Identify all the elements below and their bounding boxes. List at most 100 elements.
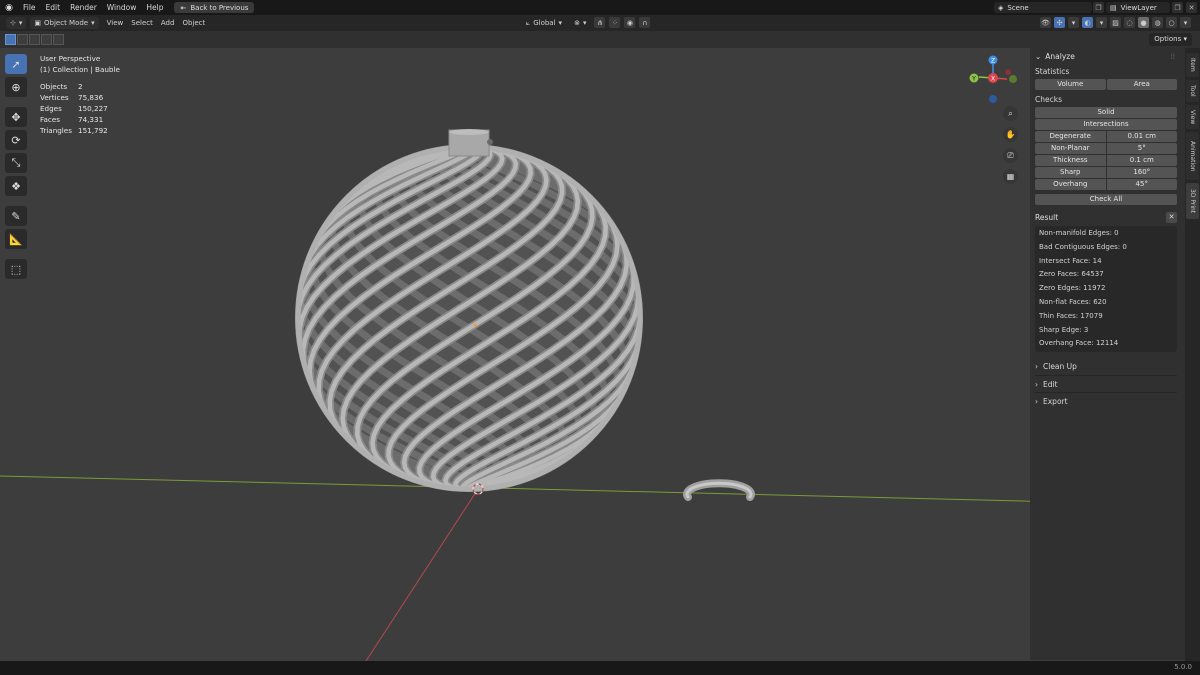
header-menu-view[interactable]: View xyxy=(103,17,128,29)
intersections-button[interactable]: Intersections xyxy=(1035,119,1177,130)
falloff-icon[interactable]: ∩ xyxy=(639,17,651,28)
chevron-down-icon[interactable]: ▾ xyxy=(1096,17,1107,28)
result-item[interactable]: Non-manifold Edges: 0 xyxy=(1035,227,1177,241)
thickness-button[interactable]: Thickness xyxy=(1035,155,1106,166)
menu-help[interactable]: Help xyxy=(141,0,168,15)
area-button[interactable]: Area xyxy=(1106,79,1177,90)
editor-type-button[interactable]: ⊹ ▾ xyxy=(6,17,27,29)
ring-object[interactable] xyxy=(683,479,755,501)
measure-tool-icon[interactable]: 📐 xyxy=(5,229,27,249)
new-scene-icon[interactable]: ❐ xyxy=(1093,2,1104,13)
header-menu-add[interactable]: Add xyxy=(157,17,179,29)
result-item[interactable]: Bad Contiguous Edges: 0 xyxy=(1035,241,1177,255)
xray-icon[interactable]: ▨ xyxy=(1110,17,1121,28)
blender-logo-icon[interactable]: ◉ xyxy=(0,3,18,13)
menu-window[interactable]: Window xyxy=(102,0,142,15)
add-cube-tool-icon[interactable]: ⬚ xyxy=(5,259,27,279)
header-menu-select[interactable]: Select xyxy=(127,17,157,29)
header-menu-object[interactable]: Object xyxy=(178,17,209,29)
perspective-grid-icon[interactable]: ▦ xyxy=(1003,169,1018,184)
thickness-field[interactable]: 0.1 cm xyxy=(1106,155,1177,166)
non-planar-field[interactable]: 5° xyxy=(1106,143,1177,154)
scene-selector[interactable]: ◈ Scene xyxy=(994,2,1092,13)
tab-tool[interactable]: Tool xyxy=(1186,80,1199,102)
select-box-tool-icon[interactable]: ➚ xyxy=(5,54,27,74)
drag-handle-icon[interactable]: ⁞⁞ xyxy=(1170,52,1175,61)
selection-mode-buttons xyxy=(5,34,64,45)
solid-button[interactable]: Solid xyxy=(1035,107,1177,118)
analyze-panel-header[interactable]: ⌄ Analyze ⁞⁞ xyxy=(1030,48,1185,65)
overhang-button[interactable]: Overhang xyxy=(1035,179,1106,190)
check-row-sharp: Sharp 160° xyxy=(1035,167,1177,178)
pivot-point-button[interactable]: ⊗ ▾ xyxy=(570,17,590,29)
clear-result-icon[interactable]: ✕ xyxy=(1166,212,1177,223)
non-planar-button[interactable]: Non-Planar xyxy=(1035,143,1106,154)
menu-file[interactable]: File xyxy=(18,0,41,15)
menu-edit[interactable]: Edit xyxy=(41,0,66,15)
cursor-tool-icon[interactable]: ⊕ xyxy=(5,77,27,97)
proportional-edit-icon[interactable]: ◉ xyxy=(624,17,636,28)
3d-viewport[interactable]: ➚ ⊕ ✥ ⟳ ⤡ ❖ ✎ 📐 ⬚ User Perspective (1) C… xyxy=(0,48,1185,661)
mode-selector[interactable]: ▣ Object Mode ▾ xyxy=(30,17,99,29)
export-panel-header[interactable]: › Export xyxy=(1035,392,1177,409)
result-item[interactable]: Zero Faces: 64537 xyxy=(1035,268,1177,282)
material-shading-icon[interactable]: ◍ xyxy=(1152,17,1163,28)
gizmo-neg-z-axis[interactable] xyxy=(989,95,997,103)
result-item[interactable]: Overhang Face: 12114 xyxy=(1035,337,1177,351)
collection-label: (1) Collection | Bauble xyxy=(40,65,120,74)
tab-item[interactable]: Item xyxy=(1186,53,1199,77)
visibility-icon[interactable]: 👁 xyxy=(1040,17,1051,28)
rotate-tool-icon[interactable]: ⟳ xyxy=(5,130,27,150)
result-item[interactable]: Non-flat Faces: 620 xyxy=(1035,296,1177,310)
tab-animation[interactable]: Animation xyxy=(1186,132,1199,180)
result-item[interactable]: Thin Faces: 17079 xyxy=(1035,310,1177,324)
gizmo-neg-x-axis[interactable] xyxy=(1005,69,1011,75)
menu-render[interactable]: Render xyxy=(65,0,102,15)
select-intersect-icon[interactable] xyxy=(53,34,64,45)
check-all-button[interactable]: Check All xyxy=(1035,194,1177,205)
transform-tool-icon[interactable]: ❖ xyxy=(5,176,27,196)
snap-target-icon[interactable]: ⁘ xyxy=(609,17,621,28)
pan-hand-icon[interactable]: ✋ xyxy=(1003,127,1018,142)
tab-view[interactable]: View xyxy=(1186,105,1199,129)
zoom-icon[interactable]: ⌕ xyxy=(1003,106,1018,121)
result-item[interactable]: Sharp Edge: 3 xyxy=(1035,324,1177,338)
result-item[interactable]: Intersect Face: 14 xyxy=(1035,255,1177,269)
volume-button[interactable]: Volume xyxy=(1035,79,1106,90)
viewlayer-selector[interactable]: ▤ ViewLayer xyxy=(1106,2,1170,13)
camera-view-icon[interactable]: ⎚ xyxy=(1003,148,1018,163)
select-subtract-icon[interactable] xyxy=(29,34,40,45)
result-item[interactable]: Zero Edges: 11972 xyxy=(1035,282,1177,296)
chevron-down-icon[interactable]: ▾ xyxy=(1068,17,1079,28)
bauble-object[interactable] xyxy=(295,129,643,495)
annotate-tool-icon[interactable]: ✎ xyxy=(5,206,27,226)
overhang-field[interactable]: 45° xyxy=(1106,179,1177,190)
wireframe-shading-icon[interactable]: ◌ xyxy=(1124,17,1135,28)
sharp-button[interactable]: Sharp xyxy=(1035,167,1106,178)
snap-icon[interactable]: ⋔ xyxy=(594,17,606,28)
rendered-shading-icon[interactable]: ○ xyxy=(1166,17,1177,28)
transform-orientation-selector[interactable]: ⟀ Global ▾ xyxy=(522,17,566,29)
select-invert-icon[interactable] xyxy=(41,34,52,45)
sharp-field[interactable]: 160° xyxy=(1106,167,1177,178)
new-viewlayer-icon[interactable]: ❐ xyxy=(1172,2,1183,13)
remove-viewlayer-icon[interactable]: ✕ xyxy=(1186,2,1197,13)
chevron-down-icon[interactable]: ▾ xyxy=(1180,17,1191,28)
tab-3d-print[interactable]: 3D Print xyxy=(1186,183,1199,219)
select-extend-icon[interactable] xyxy=(17,34,28,45)
gizmo-neg-y-axis[interactable] xyxy=(1009,75,1017,83)
move-tool-icon[interactable]: ✥ xyxy=(5,107,27,127)
degenerate-field[interactable]: 0.01 cm xyxy=(1106,131,1177,142)
section-label: Edit xyxy=(1043,379,1058,389)
overlays-icon[interactable]: ◐ xyxy=(1082,17,1093,28)
degenerate-button[interactable]: Degenerate xyxy=(1035,131,1106,142)
clean-up-panel-header[interactable]: › Clean Up xyxy=(1035,358,1177,375)
select-new-icon[interactable] xyxy=(5,34,16,45)
back-to-previous-button[interactable]: ⇤ Back to Previous xyxy=(174,2,255,13)
gizmo-toggle-icon[interactable]: ✣ xyxy=(1054,17,1065,28)
navigation-gizmo[interactable]: Z Y X xyxy=(966,52,1022,108)
solid-shading-icon[interactable]: ● xyxy=(1138,17,1149,28)
edit-panel-header[interactable]: › Edit xyxy=(1035,375,1177,392)
scale-tool-icon[interactable]: ⤡ xyxy=(5,153,27,173)
options-dropdown[interactable]: Options ▾ xyxy=(1149,33,1192,46)
